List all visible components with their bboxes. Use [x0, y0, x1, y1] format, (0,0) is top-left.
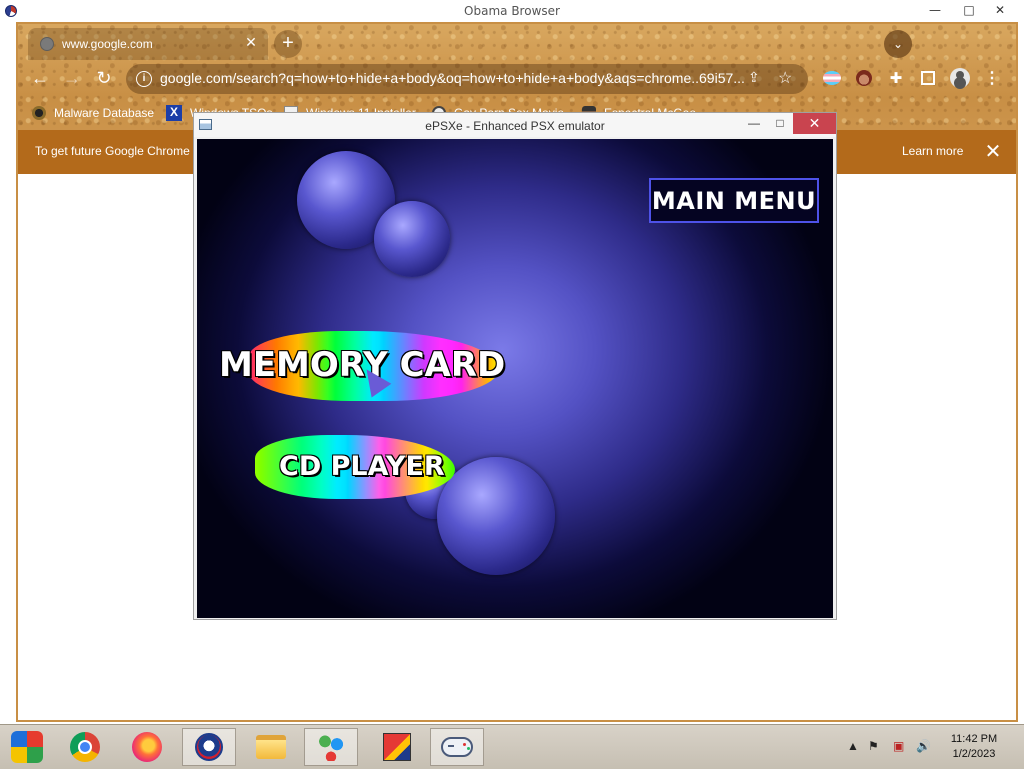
address-bar[interactable]: i google.com/search?q=how+to+hide+a+body… — [126, 64, 808, 94]
side-panel-icon[interactable] — [917, 67, 939, 89]
taskbar-app-box[interactable] — [370, 728, 424, 766]
bios-sphere — [374, 201, 450, 277]
taskbar-firefox[interactable] — [120, 728, 174, 766]
new-tab-button[interactable]: + — [274, 30, 302, 58]
network-icon[interactable]: ▣ — [893, 739, 904, 753]
taskbar-chrome[interactable] — [58, 728, 112, 766]
epsxe-window: ePSXe - Enhanced PSX emulator — □ ✕ MAIN… — [193, 112, 837, 620]
epsxe-titlebar[interactable]: ePSXe - Enhanced PSX emulator — □ ✕ — [194, 113, 836, 137]
forward-button[interactable]: → — [60, 66, 84, 90]
share-icon[interactable]: ⇪ — [748, 69, 760, 86]
people-icon — [316, 733, 346, 761]
window-left-edge — [0, 22, 18, 722]
volume-icon[interactable]: 🔊 — [916, 739, 931, 753]
infobar-close-icon[interactable]: ✕ — [982, 139, 1004, 164]
bug-icon — [32, 106, 46, 120]
taskbar-obama-browser[interactable] — [182, 728, 236, 766]
epsxe-close-button[interactable]: ✕ — [793, 113, 836, 134]
taskbar-epsxe[interactable] — [430, 728, 484, 766]
tray-overflow-icon[interactable]: ▲ — [847, 739, 859, 753]
trans-flag-extension-icon[interactable] — [821, 67, 843, 89]
reload-button[interactable]: ↻ — [92, 66, 116, 90]
tab-title: www.google.com — [62, 37, 153, 51]
extensions-puzzle-icon[interactable]: ✚ — [885, 67, 907, 89]
epsxe-window-title: ePSXe - Enhanced PSX emulator — [425, 119, 605, 133]
os-close-button[interactable]: ✕ — [986, 1, 1014, 18]
learn-more-link[interactable]: Learn more — [902, 144, 963, 158]
os-window-title: Obama Browser — [464, 4, 560, 18]
bios-sphere — [437, 457, 555, 575]
profile-extension-icon[interactable] — [853, 67, 875, 89]
main-menu-label: MAIN MENU — [649, 178, 819, 223]
app-box-icon — [383, 733, 411, 761]
tab-google[interactable]: www.google.com ✕ — [28, 28, 268, 60]
obama-browser-icon — [195, 733, 223, 761]
start-button[interactable] — [0, 728, 54, 766]
browser-menu-icon[interactable]: ⋮ — [981, 67, 1003, 89]
os-titlebar: Obama Browser — □ ✕ — [0, 0, 1024, 22]
action-center-flag-icon[interactable]: ⚑ — [868, 739, 879, 753]
back-button[interactable]: ← — [28, 66, 52, 90]
psx-bios-screen[interactable]: MAIN MENU MEMORY CARD CD PLAYER — [197, 139, 833, 618]
firefox-icon — [132, 732, 162, 762]
tab-close-icon[interactable]: ✕ — [242, 34, 260, 51]
globe-icon — [40, 37, 54, 51]
os-minimize-button[interactable]: — — [921, 1, 949, 18]
chrome-icon — [70, 732, 100, 762]
bookmark-star-icon[interactable]: ☆ — [778, 68, 792, 88]
taskbar-file-explorer[interactable] — [244, 728, 298, 766]
os-maximize-button[interactable]: □ — [955, 1, 983, 18]
gamepad-icon — [441, 737, 473, 757]
clock-date: 1/2/2023 — [952, 748, 996, 760]
tab-search-button[interactable]: ⌄ — [884, 30, 912, 58]
taskbar-people-app[interactable] — [304, 728, 358, 766]
system-clock[interactable]: 11:42 PM 1/2/2023 — [935, 732, 1013, 762]
taskbar: ▲ ⚑ ▣ 🔊 11:42 PM 1/2/2023 — [0, 724, 1024, 769]
bookmark-malware-database[interactable]: Malware Database — [32, 104, 154, 122]
epsxe-minimize-button[interactable]: — — [742, 115, 766, 133]
clock-time: 11:42 PM — [950, 733, 998, 745]
x-icon: X — [166, 105, 182, 121]
epsxe-maximize-button[interactable]: □ — [768, 115, 792, 133]
profile-avatar-icon[interactable] — [949, 67, 971, 89]
address-url[interactable]: google.com/search?q=how+to+hide+a+body&o… — [160, 70, 745, 86]
site-info-icon[interactable]: i — [136, 71, 152, 87]
cd-player-option[interactable]: CD PLAYER — [279, 451, 445, 482]
start-icon — [11, 731, 43, 763]
file-explorer-icon — [256, 735, 286, 759]
